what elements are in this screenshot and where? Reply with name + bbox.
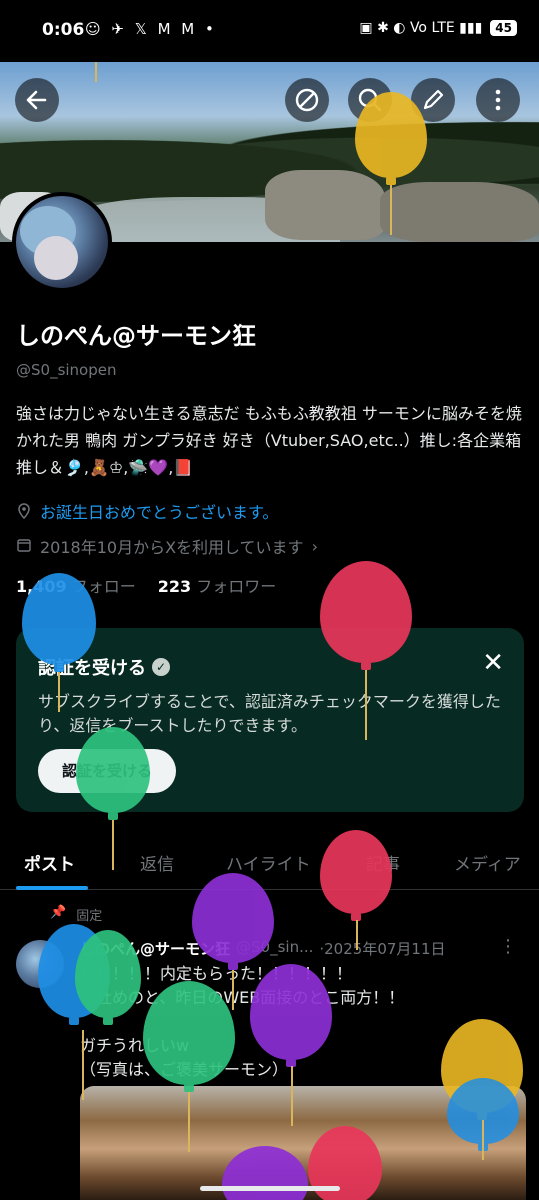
followers-count: 223 <box>157 577 192 596</box>
battery-icon: 45 <box>490 20 517 36</box>
pinned-label: 固定 <box>76 909 103 924</box>
banner-rock <box>265 170 385 240</box>
balloon-red-icon <box>320 830 392 921</box>
verified-badge-icon: ✓ <box>152 658 170 676</box>
balloon-string <box>482 1120 484 1160</box>
home-indicator[interactable] <box>200 1186 340 1191</box>
balloon-blue-icon <box>22 573 96 672</box>
user-handle: @S0_sinopen <box>16 361 117 379</box>
profile-avatar[interactable] <box>12 192 112 292</box>
close-icon[interactable]: ✕ <box>482 648 504 678</box>
pin-icon: 📌 <box>50 905 67 920</box>
signal-icons: ▣ ✱ ◐ Vo LTE ▮▮▮ <box>359 20 483 36</box>
balloon-string <box>82 1030 84 1100</box>
profile-bio: 強さは力じゃない生きる意志だ もふもふ教教祖 サーモンに脳みそを焼かれた男 鴨肉… <box>16 404 522 477</box>
post-more-icon[interactable]: ⋮ <box>499 936 517 957</box>
balloon-green-icon <box>76 727 150 820</box>
location-pin-icon <box>16 503 32 520</box>
balloon-string <box>188 1092 190 1152</box>
balloon-purple-icon <box>192 873 274 970</box>
balloon-string <box>291 1066 293 1126</box>
balloon-yellow-icon <box>355 92 427 185</box>
system-icons: ▣ ✱ ◐ Vo LTE ▮▮▮ 45 <box>359 20 517 36</box>
balloon-purple-icon <box>250 964 332 1067</box>
status-bar: 0:06 ☺ ✈ 𝕏 M M • ▣ ✱ ◐ Vo LTE ▮▮▮ 45 <box>0 0 539 62</box>
pinned-indicator: 📌 固定 <box>50 905 102 924</box>
balloon-green-icon <box>143 981 235 1092</box>
location-text[interactable]: お誕生日おめでとうございます。 <box>40 499 278 523</box>
notification-icons: ☺ ✈ 𝕏 M M • <box>85 20 217 38</box>
tab-media[interactable]: メディア <box>454 850 521 875</box>
balloon-string <box>112 820 114 870</box>
post-date: ·2025年07月11日 <box>319 940 446 958</box>
more-vertical-icon[interactable] <box>476 78 520 122</box>
tab-replies[interactable]: 返信 <box>140 850 174 875</box>
back-arrow-icon[interactable] <box>15 78 59 122</box>
balloon-red-icon <box>320 561 412 670</box>
block-icon[interactable] <box>285 78 329 122</box>
balloon-string <box>365 670 367 740</box>
display-name: しのぺん@サーモン狂 <box>16 322 256 350</box>
profile-tabs: ポスト 返信 ハイライト 記事 メディア <box>0 836 539 890</box>
active-tab-indicator <box>16 886 88 890</box>
tab-posts[interactable]: ポスト <box>24 850 75 875</box>
balloon-string <box>356 920 358 950</box>
location-row[interactable]: お誕生日おめでとうございます。 <box>16 499 278 523</box>
status-time: 0:06 <box>42 20 85 40</box>
calendar-icon <box>16 538 32 554</box>
avatar-face <box>34 236 78 280</box>
banner-rock <box>380 182 539 242</box>
balloon-string <box>232 970 234 1010</box>
balloon-string <box>95 62 97 82</box>
joined-row[interactable]: 2018年10月からXを利用しています › <box>16 534 318 558</box>
followers-label: フォロワー <box>196 577 277 596</box>
balloon-string <box>390 185 392 235</box>
followers-link[interactable]: 223 フォロワー <box>158 573 277 597</box>
chevron-right-icon: › <box>311 536 318 556</box>
joined-text: 2018年10月からXを利用しています <box>40 538 304 557</box>
balloon-string <box>58 672 60 712</box>
balloon-green-icon <box>75 930 141 1025</box>
tab-highlights[interactable]: ハイライト <box>226 850 311 875</box>
